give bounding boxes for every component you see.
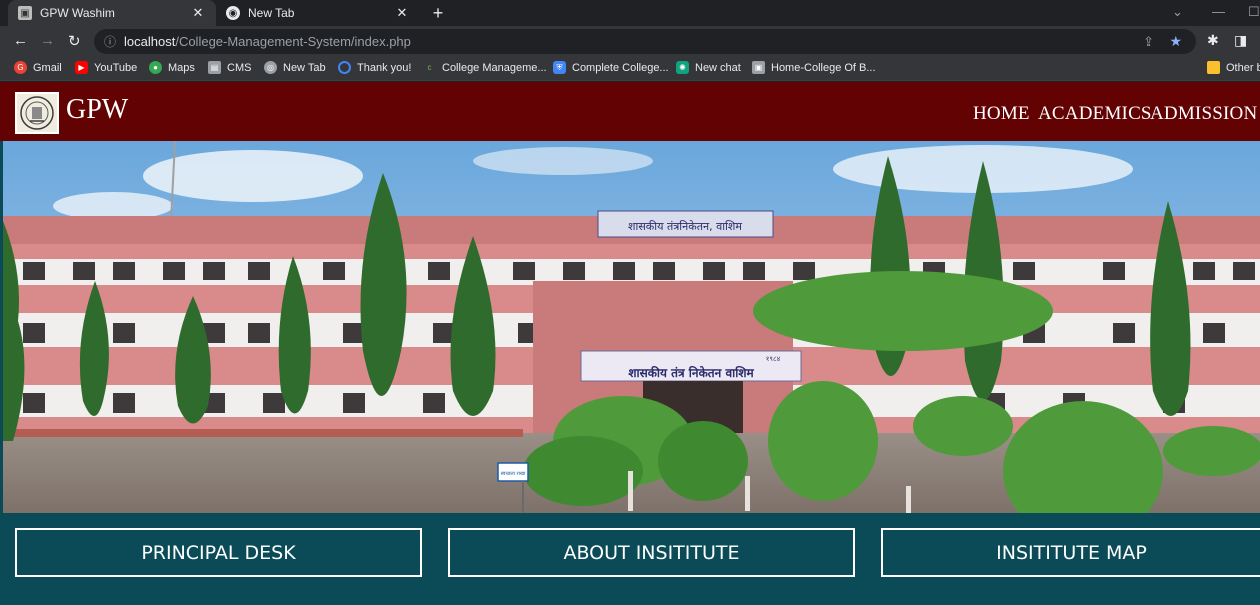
url-path: /College-Management-System/index.php bbox=[175, 34, 411, 49]
nav-home[interactable]: HOME bbox=[973, 103, 1030, 125]
bookmark-maps[interactable]: ● Maps bbox=[149, 61, 195, 74]
nav-admission[interactable]: ADMISSION bbox=[1150, 103, 1257, 125]
entrance-tag-text: १९८४ bbox=[766, 355, 781, 363]
bookmark-label: New chat bbox=[695, 61, 741, 74]
spinner-icon bbox=[338, 61, 351, 74]
bookmark-new-chat[interactable]: ✺ New chat bbox=[676, 61, 741, 74]
site-info-icon[interactable]: ⓘ bbox=[104, 33, 116, 50]
bookmark-thank-you[interactable]: Thank you! bbox=[338, 61, 411, 74]
bookmark-label: College Manageme... bbox=[442, 61, 547, 74]
tab-new-tab[interactable]: ◉ New Tab ✕ bbox=[216, 0, 420, 26]
gmail-icon: G bbox=[14, 61, 27, 74]
bookmark-complete-college[interactable]: ⛨ Complete College... bbox=[553, 61, 669, 74]
cms-icon: ▤ bbox=[208, 61, 221, 74]
about-institute-button[interactable]: ABOUT INSITITUTE bbox=[448, 528, 855, 577]
maximize-icon[interactable]: ☐ bbox=[1248, 4, 1260, 20]
bookmark-home-college[interactable]: ▣ Home-College Of B... bbox=[752, 61, 876, 74]
bookmark-gmail[interactable]: G Gmail bbox=[14, 61, 62, 74]
page-icon: ▣ bbox=[752, 61, 765, 74]
shield-icon: ⛨ bbox=[553, 61, 566, 74]
bookmark-label: Thank you! bbox=[357, 61, 412, 74]
bookmark-label: YouTube bbox=[94, 61, 138, 74]
site-navbar: GPW HOME ACADEMICS ADMISSION bbox=[0, 82, 1260, 141]
site-brand[interactable]: GPW bbox=[66, 94, 128, 126]
browser-toolbar: ← → ↻ ⓘ localhost/College-Management-Sys… bbox=[0, 26, 1260, 57]
top-banner-text: शासकीय तंत्रनिकेतन, वाशिम bbox=[628, 220, 742, 233]
nav-academics[interactable]: ACADEMICS bbox=[1038, 103, 1152, 125]
back-icon[interactable]: ← bbox=[13, 32, 28, 49]
tab-gpw-washim[interactable]: ▣ GPW Washim ✕ bbox=[8, 0, 216, 26]
bookmark-label: Home-College Of B... bbox=[771, 61, 876, 74]
bookmarks-bar: G Gmail ▶ YouTube ● Maps ▤ CMS ◎ New Tab Than… bbox=[0, 57, 1260, 81]
institute-map-button[interactable]: INSITITUTE MAP bbox=[881, 528, 1260, 577]
emblem-icon bbox=[20, 96, 54, 130]
bookmark-new-tab[interactable]: ◎ New Tab bbox=[264, 61, 326, 74]
browser-tab-strip: ▣ GPW Washim ✕ ◉ New Tab ✕ + ⌄ — ☐ bbox=[0, 0, 1260, 26]
bookmark-label: New Tab bbox=[283, 61, 326, 74]
campus-hero-image: शासकीय तंत्रनिकेतन, वाशिम १९८४ शासकीय तं… bbox=[3, 141, 1260, 513]
bookmark-label: Complete College... bbox=[572, 61, 669, 74]
website-viewport: GPW HOME ACADEMICS ADMISSION शासकीय तंत्… bbox=[0, 82, 1260, 605]
college-logo[interactable] bbox=[15, 92, 59, 134]
url-host: localhost bbox=[124, 34, 176, 49]
maps-icon: ● bbox=[149, 61, 162, 74]
new-tab-button[interactable]: + bbox=[428, 3, 448, 24]
entrance-banner-text: शासकीय तंत्र निकेतन वाशिम bbox=[628, 366, 754, 380]
share-icon[interactable]: ⇪ bbox=[1143, 34, 1154, 50]
tab-title: GPW Washim bbox=[40, 6, 115, 20]
principal-desk-button[interactable]: PRINCIPAL DESK bbox=[15, 528, 422, 577]
tab-search-icon[interactable]: ⌄ bbox=[1172, 4, 1183, 20]
college-favicon-icon: ▣ bbox=[18, 6, 32, 20]
minimize-icon[interactable]: — bbox=[1212, 4, 1225, 19]
side-panel-icon[interactable]: ◨ bbox=[1234, 32, 1247, 49]
chrome-icon: ◉ bbox=[226, 6, 240, 20]
bookmark-college-management[interactable]: c College Manageme... bbox=[423, 61, 547, 74]
chat-icon: ✺ bbox=[676, 61, 689, 74]
globe-icon: ◎ bbox=[264, 61, 277, 74]
youtube-icon: ▶ bbox=[75, 61, 88, 74]
close-tab-icon[interactable]: ✕ bbox=[190, 5, 206, 21]
extensions-icon[interactable]: ✱ bbox=[1207, 32, 1219, 49]
bookmark-label: CMS bbox=[227, 61, 252, 74]
close-tab-icon[interactable]: ✕ bbox=[394, 5, 410, 21]
bookmark-label: Other b bbox=[1226, 61, 1260, 74]
tab-title: New Tab bbox=[248, 6, 295, 20]
bookmark-label: Gmail bbox=[33, 61, 62, 74]
folder-icon bbox=[1207, 61, 1220, 74]
sign-text: स्वच्छता राखा bbox=[501, 471, 526, 477]
forward-icon[interactable]: → bbox=[40, 32, 55, 49]
bookmark-youtube[interactable]: ▶ YouTube bbox=[75, 61, 137, 74]
bookmark-cms[interactable]: ▤ CMS bbox=[208, 61, 251, 74]
bookmark-other[interactable]: Other b bbox=[1207, 61, 1260, 74]
bookmark-star-icon[interactable]: ★ bbox=[1169, 33, 1182, 50]
c-icon: c bbox=[427, 63, 432, 72]
reload-icon[interactable]: ↻ bbox=[68, 32, 81, 50]
address-bar[interactable]: ⓘ localhost/College-Management-System/in… bbox=[94, 29, 1196, 54]
bookmark-label: Maps bbox=[168, 61, 195, 74]
